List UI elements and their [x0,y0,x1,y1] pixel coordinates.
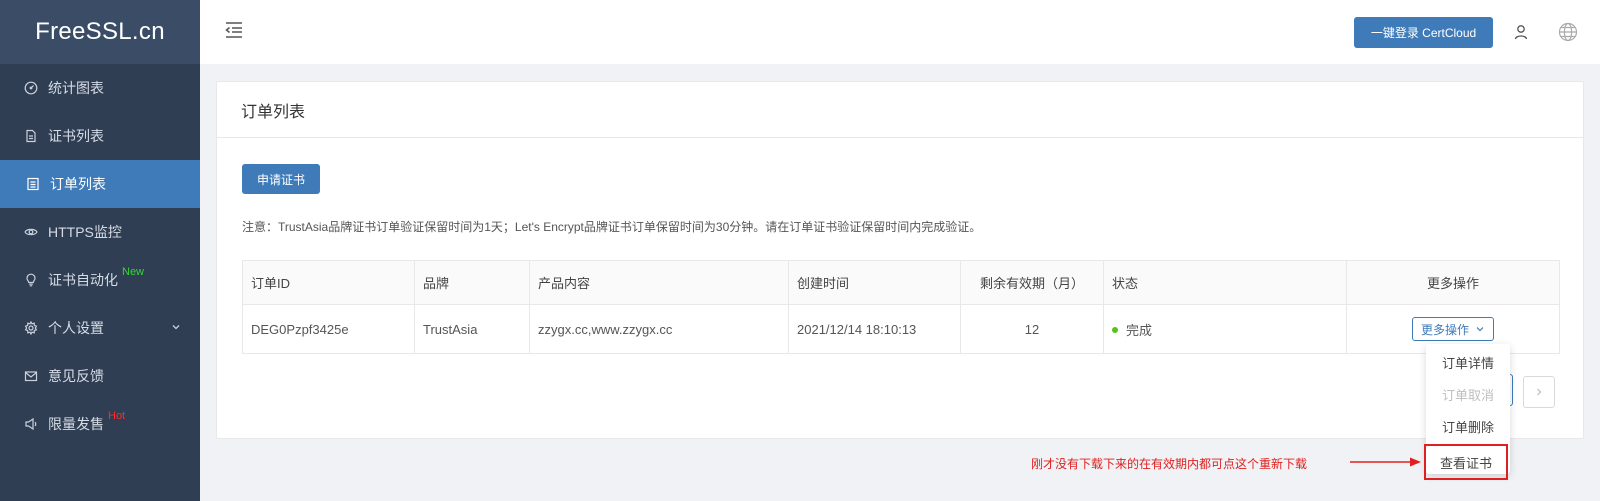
mail-icon [24,369,38,383]
column-header: 品牌 [414,260,530,305]
notice-text: 注意：TrustAsia品牌证书订单验证保留时间为1天；Let's Encryp… [242,220,982,234]
page-title: 订单列表 [217,82,1583,138]
sidebar-item-label: 订单列表 [50,176,106,192]
orders-table: 订单ID 品牌 产品内容 创建时间 剩余有效期（月） 状态 更多操作 DEG0P… [242,260,1560,354]
megaphone-icon [24,417,38,431]
eye-icon [24,225,38,239]
chevron-down-icon [1476,327,1484,332]
column-header: 更多操作 [1346,260,1560,305]
dashboard-icon [24,81,38,95]
gear-icon [24,321,38,335]
sidebar-item-https-monitor[interactable]: HTTPS监控 [0,208,200,256]
certcloud-login-button[interactable]: 一键登录 CertCloud [1354,17,1493,48]
chevron-down-icon [172,325,180,330]
menu-item-delete-order[interactable]: 订单删除 [1426,410,1510,442]
status-cell: 完成 [1103,304,1347,354]
sidebar-item-certs[interactable]: 证书列表 [0,112,200,160]
status-text: 完成 [1126,322,1153,338]
status-dot-icon [1112,327,1118,334]
list-icon [26,177,40,191]
product-cell: zzygx.cc,www.zzygx.cc [529,304,789,354]
more-actions-dropdown[interactable]: 更多操作 [1411,317,1494,341]
bulb-icon [24,273,38,287]
globe-icon[interactable] [1558,22,1578,42]
table-header-row: 订单ID 品牌 产品内容 创建时间 剩余有效期（月） 状态 更多操作 [242,260,1560,305]
sidebar-item-feedback[interactable]: 意见反馈 [0,352,200,400]
new-badge: New [122,266,145,278]
column-header: 产品内容 [529,260,789,305]
order-id-cell: DEG0Pzpf3425e [242,304,415,354]
app-logo[interactable]: FreeSSL.cn [0,0,200,64]
sidebar-item-label: 意见反馈 [48,368,104,384]
chevron-right-icon [1537,388,1542,396]
orders-card: 订单列表 申请证书 注意：TrustAsia品牌证书订单验证保留时间为1天；Le… [216,81,1584,439]
file-icon [24,129,38,143]
remaining-validity-cell: 12 [960,304,1104,354]
sidebar-item-label: HTTPS监控 [48,224,122,240]
created-time-cell: 2021/12/14 18:10:13 [788,304,961,354]
sidebar-item-label: 统计图表 [48,80,104,96]
sidebar-item-automation[interactable]: 证书自动化 New [0,256,200,304]
menu-item-cancel-order: 订单取消 [1441,387,1494,403]
sidebar-item-stats[interactable]: 统计图表 [0,64,200,112]
column-header: 剩余有效期（月） [960,260,1104,305]
menu-item-order-details[interactable]: 订单详情 [1426,346,1510,378]
hot-badge: Hot [108,410,126,422]
column-header: 状态 [1103,260,1347,305]
column-header: 订单ID [242,260,415,305]
sidebar-item-label: 限量发售 [48,416,104,432]
annotation-text: 刚才没有下载下来的在有效期内都可点这个重新下载 [1031,457,1308,471]
sidebar-item-limited-sale[interactable]: 限量发售 Hot [0,400,200,448]
sidebar-item-orders[interactable]: 订单列表 [0,160,200,208]
user-icon[interactable] [1513,24,1529,40]
top-bar: 一键登录 CertCloud [200,0,1600,64]
more-actions-label: 更多操作 [1420,322,1469,337]
sidebar-item-settings[interactable]: 个人设置 [0,304,200,352]
sidebar-item-label: 证书自动化 [48,272,118,288]
brand-cell: TrustAsia [414,304,530,354]
sidebar: FreeSSL.cn 统计图表 证书列表 订单列表 HTTPS监控 证书自动化 … [0,0,200,501]
apply-certificate-button[interactable]: 申请证书 [242,164,320,194]
table-row: DEG0Pzpf3425e TrustAsia zzygx.cc,www.zzy… [242,304,1560,354]
menu-fold-icon[interactable] [224,20,244,40]
annotation-highlight-box [1424,444,1508,480]
sidebar-item-label: 个人设置 [48,320,104,336]
column-header: 创建时间 [788,260,961,305]
sidebar-item-label: 证书列表 [48,128,104,144]
arrow-right-icon [1350,457,1421,467]
pagination-next-button[interactable] [1523,376,1555,408]
